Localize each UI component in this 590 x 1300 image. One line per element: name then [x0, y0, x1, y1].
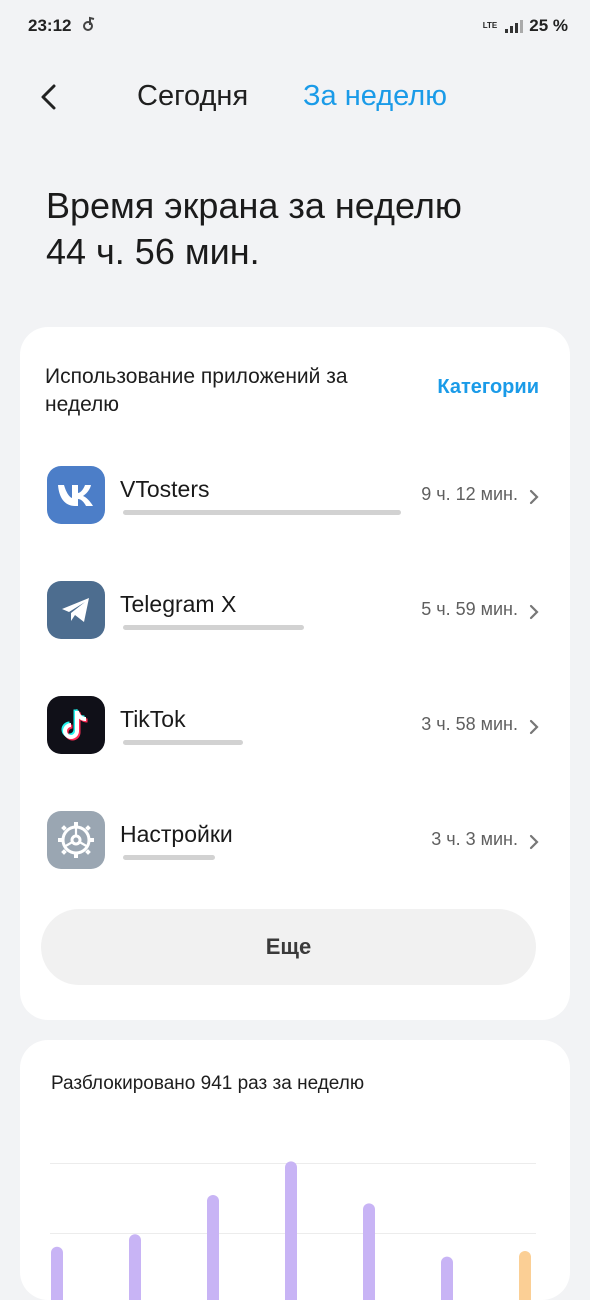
- usage-bar: [123, 625, 304, 630]
- usage-bar-track: [123, 855, 401, 860]
- unlock-bar: [129, 1234, 141, 1300]
- signal-icon: [505, 19, 524, 33]
- battery-level: 25 %: [529, 16, 568, 35]
- vk-icon: [47, 466, 105, 524]
- chevron-right-icon: [528, 487, 540, 507]
- app-name: Настройки: [120, 821, 233, 847]
- status-right: LTE 25 %: [483, 16, 568, 36]
- tab-today[interactable]: Сегодня: [137, 80, 248, 113]
- unlock-bar: [519, 1251, 531, 1300]
- usage-bar-track: [123, 510, 401, 515]
- unlock-bar: [51, 1246, 63, 1300]
- tiktok-icon: [47, 696, 105, 754]
- status-left: 23:12: [28, 16, 97, 37]
- unlock-card: Разблокировано 941 раз за неделю: [20, 1040, 570, 1300]
- app-usage-time: 3 ч. 3 мин.: [431, 829, 518, 849]
- status-bar: 23:12 LTE 25 %: [0, 0, 590, 52]
- usage-bar: [123, 855, 215, 860]
- app-row-settings[interactable]: Настройки 3 ч. 3 мин.: [20, 811, 570, 901]
- screen-time-total: 44 ч. 56 мин.: [46, 231, 260, 272]
- screen-time-label: Время экрана за неделю: [46, 185, 462, 226]
- chevron-right-icon: [528, 832, 540, 852]
- app-row-vtosters[interactable]: VTosters 9 ч. 12 мин.: [20, 466, 570, 556]
- settings-gear-icon: [47, 811, 105, 869]
- chevron-right-icon: [528, 717, 540, 737]
- network-type: LTE: [482, 21, 498, 30]
- categories-link[interactable]: Категории: [437, 376, 539, 399]
- music-note-icon: [81, 16, 97, 37]
- app-name: VTosters: [120, 476, 210, 502]
- back-arrow-icon[interactable]: [36, 80, 66, 114]
- app-name: TikTok: [120, 706, 186, 732]
- status-time: 23:12: [28, 16, 72, 35]
- screen-time-headline: Время экрана за неделю 44 ч. 56 мин.: [46, 183, 566, 275]
- unlock-bar: [441, 1256, 453, 1300]
- unlock-bar: [363, 1203, 375, 1300]
- usage-bar-track: [123, 740, 401, 745]
- app-usage-time: 5 ч. 59 мин.: [421, 599, 518, 619]
- top-nav: Сегодня За неделю: [0, 70, 590, 124]
- telegram-icon: [47, 581, 105, 639]
- unlock-bar: [285, 1161, 297, 1300]
- app-row-tiktok[interactable]: TikTok 3 ч. 58 мин.: [20, 696, 570, 786]
- usage-bar-track: [123, 625, 401, 630]
- usage-bar: [123, 510, 401, 515]
- unlock-bar: [207, 1195, 219, 1300]
- more-button[interactable]: Еще: [41, 909, 536, 985]
- usage-bar: [123, 740, 243, 745]
- tab-week[interactable]: За неделю: [303, 80, 447, 113]
- app-name: Telegram X: [120, 591, 237, 617]
- app-row-telegram-x[interactable]: Telegram X 5 ч. 59 мин.: [20, 581, 570, 671]
- unlock-bar-chart: [51, 1161, 531, 1300]
- app-usage-time: 9 ч. 12 мин.: [421, 484, 518, 504]
- app-usage-card: Использование приложений за неделю Катег…: [20, 327, 570, 1020]
- app-usage-time: 3 ч. 58 мин.: [421, 714, 518, 734]
- app-usage-title: Использование приложений за неделю: [45, 365, 348, 416]
- chevron-right-icon: [528, 602, 540, 622]
